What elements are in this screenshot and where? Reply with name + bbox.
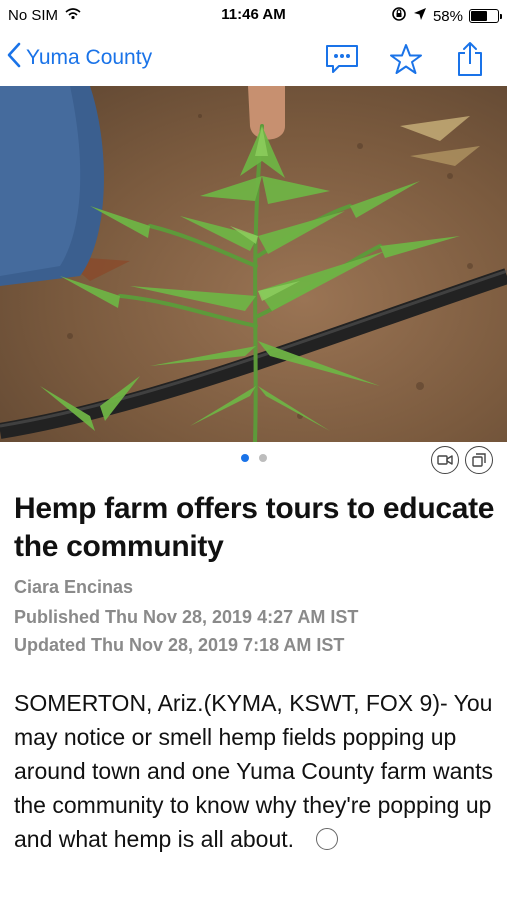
back-chevron-icon	[6, 42, 22, 73]
page-dot	[258, 454, 267, 462]
article-headline: Hemp farm offers tours to educate the co…	[14, 492, 495, 563]
star-icon[interactable]	[387, 40, 425, 78]
nav-actions	[323, 40, 489, 78]
back-label: Yuma County	[26, 45, 153, 69]
share-icon[interactable]	[451, 40, 489, 78]
media-buttons	[431, 446, 493, 474]
nav-bar: Yuma County	[0, 30, 507, 86]
article-body-text: SOMERTON, Ariz.(KYMA, KSWT, FOX 9)- You …	[14, 690, 494, 852]
hero-photo[interactable]	[0, 86, 507, 442]
status-bar: No SIM 11:46 AM 58%	[0, 0, 507, 30]
location-arrow-icon	[413, 7, 427, 25]
article-body: SOMERTON, Ariz.(KYMA, KSWT, FOX 9)- You …	[14, 686, 499, 856]
gallery-controls	[0, 442, 507, 478]
article-author[interactable]: Ciara Encinas	[14, 577, 133, 598]
battery-fill	[471, 11, 488, 21]
battery-icon	[469, 9, 502, 23]
status-right: 58%	[391, 6, 502, 26]
published-date: Published Thu Nov 28, 2019 4:27 AM IST	[14, 607, 359, 627]
battery-percent: 58%	[432, 7, 463, 25]
updated-date: Updated Thu Nov 28, 2019 7:18 AM IST	[14, 635, 345, 655]
back-button[interactable]: Yuma County	[6, 42, 152, 73]
video-icon[interactable]	[431, 446, 459, 474]
hemp-plant-image	[0, 86, 507, 442]
rotation-lock-icon	[391, 6, 407, 26]
comments-icon[interactable]	[323, 40, 361, 78]
gallery-icon[interactable]	[465, 446, 493, 474]
page-dot-active	[240, 454, 249, 462]
loading-spinner-icon	[316, 827, 339, 850]
